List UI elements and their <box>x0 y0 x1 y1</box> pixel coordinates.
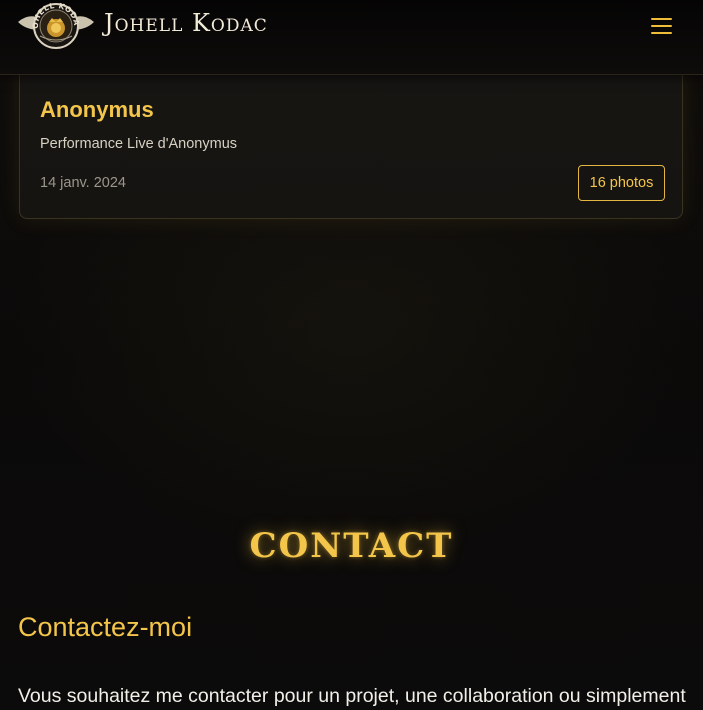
menu-bar-top <box>651 18 672 20</box>
hamburger-menu-icon[interactable] <box>650 15 674 35</box>
photos-count-button[interactable]: 16 photos <box>578 165 665 201</box>
gallery-card-title: Anonymus <box>40 97 154 122</box>
contact-intro-text: Vous souhaitez me contacter pour un proj… <box>18 685 686 707</box>
gallery-card-date: 14 janv. 2024 <box>40 175 126 191</box>
logo-emblem-icon: JOHELL KODAC <box>13 0 94 49</box>
contact-subheading: Contactez-moi <box>18 612 193 642</box>
menu-bar-middle <box>651 25 672 27</box>
brand-logo[interactable]: JOHELL KODAC <box>13 0 96 50</box>
site-header: JOHELL KODAC Johell Kodac <box>0 0 703 75</box>
brand-name[interactable]: Johell Kodac <box>104 9 268 37</box>
gallery-card-description: Performance Live d'Anonymus <box>40 136 238 152</box>
menu-bar-bottom <box>651 32 672 34</box>
contact-section-heading: CONTACT <box>249 526 454 566</box>
